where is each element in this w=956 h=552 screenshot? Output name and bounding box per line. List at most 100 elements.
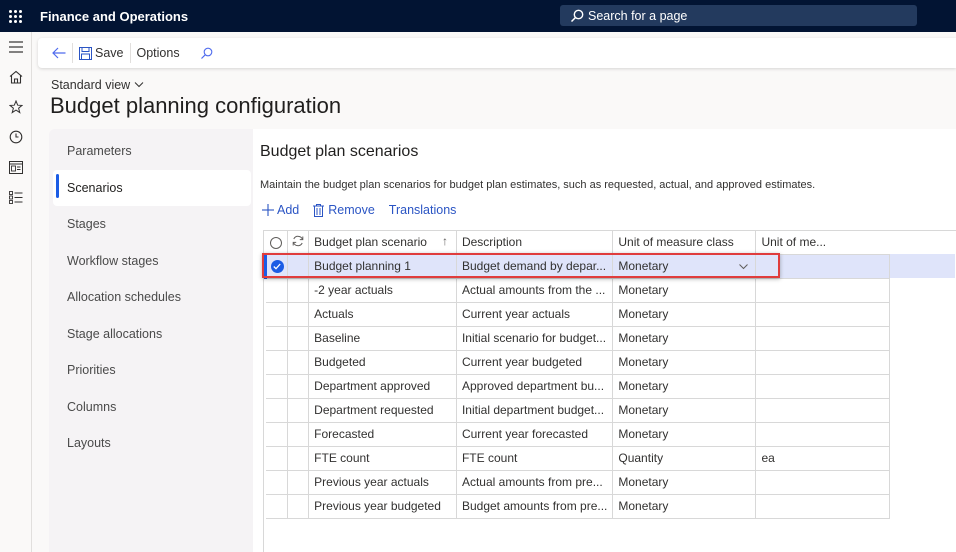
cell-description[interactable]: Budget amounts from pre...: [456, 494, 614, 519]
chevron-down-icon[interactable]: [739, 259, 749, 273]
row-select-checkbox[interactable]: [265, 422, 288, 447]
row-select-checkbox[interactable]: [265, 278, 288, 303]
cell-unit[interactable]: [755, 422, 891, 447]
home-icon[interactable]: [0, 62, 32, 92]
table-row[interactable]: FTE count FTE count Quantity ea: [265, 446, 955, 471]
cell-uom-class[interactable]: Monetary: [612, 254, 757, 279]
clock-icon[interactable]: [0, 122, 32, 152]
column-header-description[interactable]: Description: [456, 231, 614, 255]
table-row[interactable]: Previous year budgeted Budget amounts fro…: [265, 494, 955, 519]
row-select-checkbox[interactable]: [265, 398, 288, 423]
tab-label: Layouts: [67, 436, 111, 451]
refresh-button[interactable]: [287, 231, 310, 255]
row-select-checkbox[interactable]: [265, 350, 288, 375]
cell-unit[interactable]: [755, 494, 891, 519]
cell-description[interactable]: Current year budgeted: [456, 350, 614, 375]
cell-description[interactable]: Actual amounts from the ...: [456, 278, 614, 303]
row-select-checkbox[interactable]: [265, 326, 288, 351]
row-select-checkbox[interactable]: [265, 470, 288, 495]
cell-description[interactable]: FTE count: [456, 446, 614, 471]
view-selector[interactable]: Standard view: [51, 78, 144, 92]
cell-unit[interactable]: ea: [755, 446, 891, 471]
table-row[interactable]: Forecasted Current year forecasted Monetar…: [265, 422, 955, 447]
cell-scenario[interactable]: Department requested: [308, 398, 457, 423]
table-row[interactable]: -2 year actuals Actual amounts from the .…: [265, 278, 955, 303]
tab-parameters[interactable]: Parameters: [53, 133, 251, 170]
cell-uom-class[interactable]: Quantity: [612, 446, 757, 471]
tab-stage-allocations[interactable]: Stage allocations: [53, 316, 251, 353]
cell-description[interactable]: Approved department bu...: [456, 374, 614, 399]
cell-uom-class[interactable]: Monetary: [612, 326, 757, 351]
cell-description[interactable]: Initial scenario for budget...: [456, 326, 614, 351]
cell-description[interactable]: Budget demand by depar...: [456, 254, 614, 279]
list-icon[interactable]: [0, 182, 32, 212]
table-row[interactable]: Budgeted Current year budgeted Monetary: [265, 350, 955, 375]
row-select-checkbox[interactable]: [265, 494, 288, 519]
back-button[interactable]: [46, 42, 72, 64]
cell-uom-class[interactable]: Monetary: [612, 350, 757, 375]
cell-uom-class[interactable]: Monetary: [612, 398, 757, 423]
tab-columns[interactable]: Columns: [53, 389, 251, 426]
cell-scenario[interactable]: Actuals: [308, 302, 457, 327]
tab-workflow-stages[interactable]: Workflow stages: [53, 243, 251, 280]
cell-uom-class[interactable]: Monetary: [612, 278, 757, 303]
cell-uom-class[interactable]: Monetary: [612, 494, 757, 519]
cell-scenario[interactable]: Forecasted: [308, 422, 457, 447]
cell-scenario[interactable]: Previous year actuals: [308, 470, 457, 495]
table-row[interactable]: Baseline Initial scenario for budget... Mo…: [265, 326, 955, 351]
column-header-unit[interactable]: Unit of me...: [755, 231, 890, 255]
tab-priorities[interactable]: Priorities: [53, 352, 251, 389]
row-select-checkbox[interactable]: [265, 302, 288, 327]
select-all-checkbox[interactable]: [265, 231, 288, 255]
cell-description[interactable]: Actual amounts from pre...: [456, 470, 614, 495]
cell-unit[interactable]: [755, 350, 891, 375]
cell-scenario[interactable]: Department approved: [308, 374, 457, 399]
table-row[interactable]: Budget planning 1 Budget demand by depar.…: [264, 254, 955, 279]
remove-button[interactable]: Remove: [313, 203, 375, 217]
workspace-icon[interactable]: [0, 152, 32, 182]
hamburger-icon[interactable]: [0, 32, 32, 62]
cell-description[interactable]: Current year forecasted: [456, 422, 614, 447]
options-button[interactable]: Options: [131, 42, 186, 64]
cell-description[interactable]: Current year actuals: [456, 302, 614, 327]
star-icon[interactable]: [0, 92, 32, 122]
cell-uom-class[interactable]: Monetary: [612, 374, 757, 399]
cell-unit[interactable]: [755, 302, 891, 327]
cell-description[interactable]: Initial department budget...: [456, 398, 614, 423]
cell-scenario[interactable]: FTE count: [308, 446, 457, 471]
tab-allocation-schedules[interactable]: Allocation schedules: [53, 279, 251, 316]
waffle-icon: [8, 9, 22, 23]
add-button[interactable]: Add: [262, 203, 299, 217]
page-search-input[interactable]: Search for a page: [560, 5, 917, 26]
cell-unit[interactable]: [755, 278, 891, 303]
action-search-button[interactable]: [194, 42, 219, 64]
cell-scenario[interactable]: Previous year budgeted: [308, 494, 457, 519]
table-row[interactable]: Previous year actuals Actual amounts from…: [265, 470, 955, 495]
cell-scenario[interactable]: Baseline: [308, 326, 457, 351]
table-row[interactable]: Department approved Approved department b…: [265, 374, 955, 399]
column-header-scenario[interactable]: Budget plan scenario ↑: [308, 231, 457, 255]
cell-scenario[interactable]: Budgeted: [308, 350, 457, 375]
cell-unit[interactable]: [755, 254, 891, 279]
row-select-checkbox[interactable]: [264, 254, 288, 279]
cell-unit[interactable]: [755, 398, 891, 423]
cell-uom-class[interactable]: Monetary: [612, 302, 757, 327]
cell-uom-class[interactable]: Monetary: [612, 470, 757, 495]
save-button[interactable]: Save: [73, 42, 130, 64]
cell-scenario[interactable]: -2 year actuals: [308, 278, 457, 303]
tab-layouts[interactable]: Layouts: [53, 425, 251, 462]
cell-unit[interactable]: [755, 326, 891, 351]
column-header-uom-class[interactable]: Unit of measure class: [612, 231, 757, 255]
table-row[interactable]: Department requested Initial department b…: [265, 398, 955, 423]
tab-scenarios[interactable]: Scenarios: [53, 169, 251, 206]
cell-unit[interactable]: [755, 470, 891, 495]
cell-scenario[interactable]: Budget planning 1: [308, 254, 457, 279]
translations-button[interactable]: Translations: [389, 203, 457, 217]
row-select-checkbox[interactable]: [265, 374, 288, 399]
app-launcher-button[interactable]: [0, 0, 30, 32]
cell-unit[interactable]: [755, 374, 891, 399]
table-row[interactable]: Actuals Current year actuals Monetary: [265, 302, 955, 327]
row-select-checkbox[interactable]: [265, 446, 288, 471]
cell-uom-class[interactable]: Monetary: [612, 422, 757, 447]
tab-stages[interactable]: Stages: [53, 206, 251, 243]
